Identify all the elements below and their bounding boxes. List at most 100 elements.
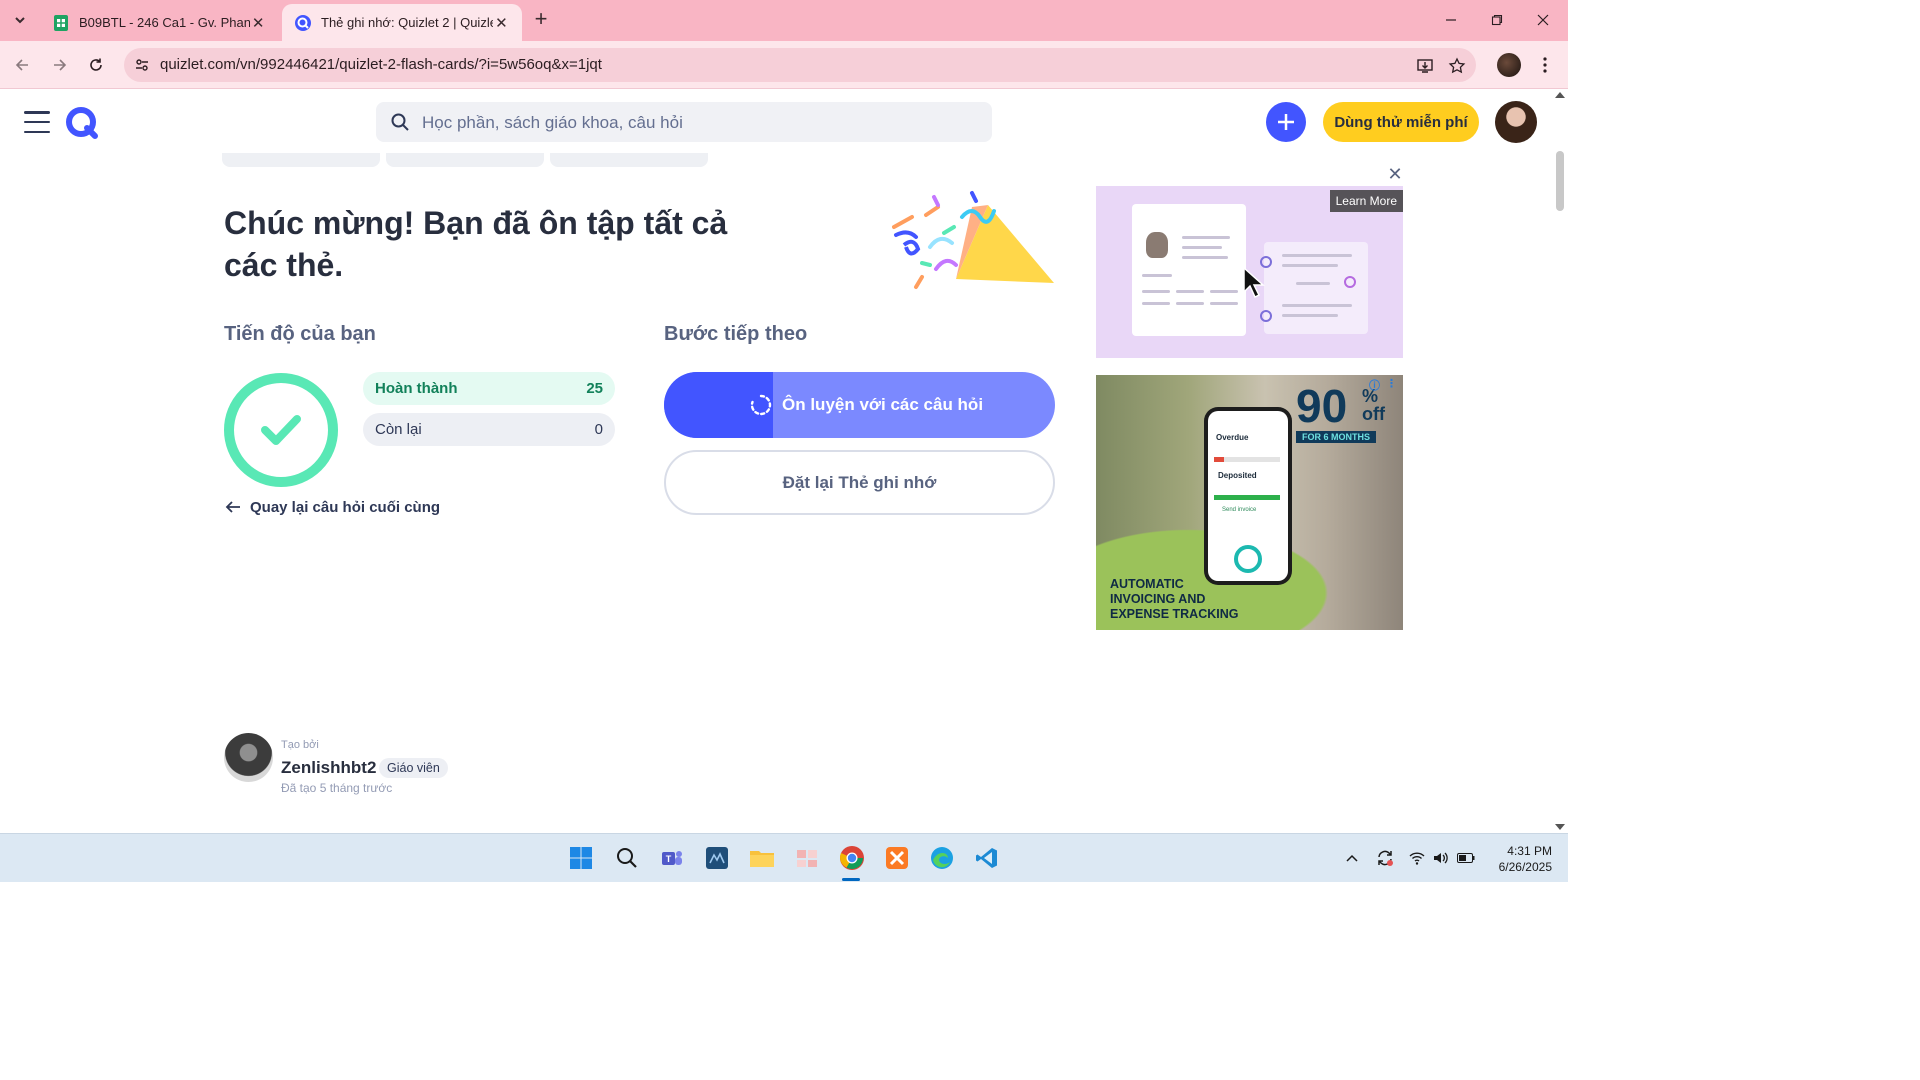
practice-questions-button[interactable]: Ôn luyện với các câu hỏi — [664, 372, 1055, 438]
teams-icon[interactable]: T — [656, 842, 688, 874]
mode-tab[interactable] — [386, 153, 544, 167]
active-app-indicator — [842, 878, 860, 881]
quizlet-icon — [295, 14, 311, 31]
phone-overdue-label: Overdue — [1216, 433, 1249, 442]
phone-deposited-label: Deposited — [1218, 471, 1257, 480]
back-to-last-question-link[interactable]: Quay lại câu hỏi cuối cùng — [224, 498, 440, 516]
xampp-icon[interactable] — [881, 842, 913, 874]
mode-tab[interactable] — [550, 153, 708, 167]
tab-title: B09BTL - 246 Ca1 - Gv. Phan Anh — [79, 15, 251, 30]
svg-text:T: T — [666, 854, 672, 864]
page-scrollbar[interactable] — [1552, 89, 1568, 833]
tagline-line: AUTOMATIC — [1110, 577, 1184, 591]
clock-time: 4:31 PM — [1507, 844, 1552, 858]
minimize-icon[interactable] — [1428, 6, 1474, 34]
windows-start-icon[interactable] — [565, 842, 597, 874]
close-tab-icon[interactable]: ✕ — [250, 14, 266, 32]
profile-avatar[interactable] — [1497, 53, 1521, 77]
creator-avatar[interactable] — [224, 733, 273, 782]
arrow-left-icon — [225, 501, 240, 513]
congrats-heading: Chúc mừng! Bạn đã ôn tập tất cả các thẻ. — [224, 205, 728, 283]
edge-icon[interactable] — [926, 842, 958, 874]
battery-icon[interactable] — [1456, 848, 1476, 868]
show-hidden-icons-chevron-icon[interactable] — [1342, 848, 1362, 868]
browser-toolbar: quizlet.com/vn/992446421/quizlet-2-flash… — [0, 41, 1568, 89]
ad-banner-invoicing[interactable]: Overdue Deposited Send invoice 90 % off … — [1096, 375, 1403, 630]
wifi-icon[interactable] — [1407, 848, 1427, 868]
created-by-label: Tạo bởi — [281, 739, 319, 751]
learn-more-button[interactable]: Learn More — [1329, 190, 1403, 212]
close-ad-icon[interactable]: ✕ — [1386, 164, 1404, 184]
tagline-line: EXPENSE TRACKING — [1110, 607, 1239, 621]
scroll-down-icon[interactable] — [1555, 824, 1565, 830]
bookmark-star-icon[interactable] — [1446, 55, 1468, 77]
completed-label: Hoàn thành — [375, 380, 458, 397]
taskbar-clock[interactable]: 4:31 PM 6/26/2025 — [1482, 843, 1552, 875]
ad-menu-icon[interactable]: ⋮ — [1386, 377, 1397, 393]
windows-taskbar: T 4:31 PM 6/26/2025 — [0, 833, 1568, 882]
forward-arrow-icon[interactable] — [46, 51, 74, 79]
google-sheets-icon — [54, 14, 68, 31]
hamburger-menu-icon[interactable] — [24, 111, 50, 133]
page-viewport: Học phần, sách giáo khoa, câu hỏi Dùng t… — [0, 89, 1568, 833]
clock-date: 6/26/2025 — [1498, 860, 1552, 874]
volume-icon[interactable] — [1431, 848, 1451, 868]
donut-chart-icon — [1234, 545, 1262, 573]
info-icon[interactable]: ⓘ — [1369, 377, 1380, 393]
ad-promo: 90 % off FOR 6 MONTHS — [1296, 383, 1385, 443]
tab-title: Thẻ ghi nhớ: Quizlet 2 | Quizlet — [321, 15, 493, 30]
search-input[interactable]: Học phần, sách giáo khoa, câu hỏi — [376, 102, 992, 142]
ad-phone-image: Overdue Deposited Send invoice — [1204, 407, 1292, 585]
reload-icon[interactable] — [82, 51, 110, 79]
vscode-icon[interactable] — [971, 842, 1003, 874]
browser-tabstrip: B09BTL - 246 Ca1 - Gv. Phan Anh ✕ Thẻ gh… — [0, 0, 1568, 41]
reset-flashcards-button[interactable]: Đặt lại Thẻ ghi nhớ — [664, 450, 1055, 515]
next-steps-title: Bước tiếp theo — [664, 323, 808, 345]
scroll-up-icon[interactable] — [1555, 92, 1565, 98]
create-plus-button[interactable] — [1266, 102, 1306, 142]
created-ago: Đã tạo 5 tháng trước — [281, 781, 393, 795]
browser-menu-icon[interactable] — [1535, 53, 1555, 77]
remaining-stat: Còn lại 0 — [363, 413, 615, 446]
back-link-label: Quay lại câu hỏi cuối cùng — [250, 498, 441, 516]
search-placeholder: Học phần, sách giáo khoa, câu hỏi — [422, 113, 683, 132]
free-trial-button[interactable]: Dùng thử miễn phí — [1323, 102, 1479, 142]
install-app-icon[interactable] — [1414, 55, 1436, 77]
address-bar[interactable]: quizlet.com/vn/992446421/quizlet-2-flash… — [124, 48, 1476, 82]
mouse-cursor-icon — [1243, 266, 1265, 299]
promo-months: FOR 6 MONTHS — [1296, 431, 1377, 443]
adchoices-icons[interactable]: ⓘ ⋮ — [1369, 377, 1397, 393]
app-grid-icon[interactable] — [791, 842, 823, 874]
new-tab-plus-icon[interactable]: + — [529, 8, 553, 32]
ad-illustration-card — [1132, 204, 1246, 336]
creator-name[interactable]: Zenlishhbt2 — [281, 758, 376, 778]
remaining-label: Còn lại — [375, 421, 422, 438]
ad-banner-top[interactable]: Learn More — [1096, 186, 1403, 358]
taskbar-search-icon[interactable] — [611, 842, 643, 874]
mode-tab[interactable] — [222, 153, 380, 167]
quizlet-header: Học phần, sách giáo khoa, câu hỏi Dùng t… — [0, 89, 1552, 157]
close-window-icon[interactable] — [1520, 6, 1566, 34]
ad-tagline: AUTOMATIC INVOICING AND EXPENSE TRACKING — [1110, 577, 1239, 622]
tab-search-chevron-icon[interactable] — [6, 7, 34, 33]
tagline-line: INVOICING AND — [1110, 592, 1206, 606]
sync-icon[interactable] — [1374, 848, 1396, 868]
file-explorer-icon[interactable] — [746, 842, 778, 874]
browser-tab-quizlet[interactable]: Thẻ ghi nhớ: Quizlet 2 | Quizlet ✕ — [282, 4, 522, 41]
progress-title: Tiến độ của bạn — [224, 323, 376, 345]
party-popper-icon — [892, 191, 1054, 289]
quizlet-logo[interactable] — [62, 103, 102, 143]
browser-tab-sheets[interactable]: B09BTL - 246 Ca1 - Gv. Phan Anh ✕ — [40, 4, 278, 41]
site-info-icon[interactable] — [132, 55, 152, 75]
search-icon — [391, 113, 409, 131]
restore-icon[interactable] — [1474, 6, 1520, 34]
mysql-workbench-icon[interactable] — [701, 842, 733, 874]
user-avatar[interactable] — [1495, 101, 1537, 143]
radio-dot-icon — [1260, 310, 1272, 322]
chrome-icon[interactable] — [836, 842, 868, 874]
progress-ring — [224, 373, 338, 487]
back-arrow-icon[interactable] — [8, 51, 36, 79]
scrollbar-thumb[interactable] — [1556, 151, 1564, 211]
completed-count: 25 — [586, 380, 603, 397]
close-tab-icon[interactable]: ✕ — [493, 14, 510, 32]
